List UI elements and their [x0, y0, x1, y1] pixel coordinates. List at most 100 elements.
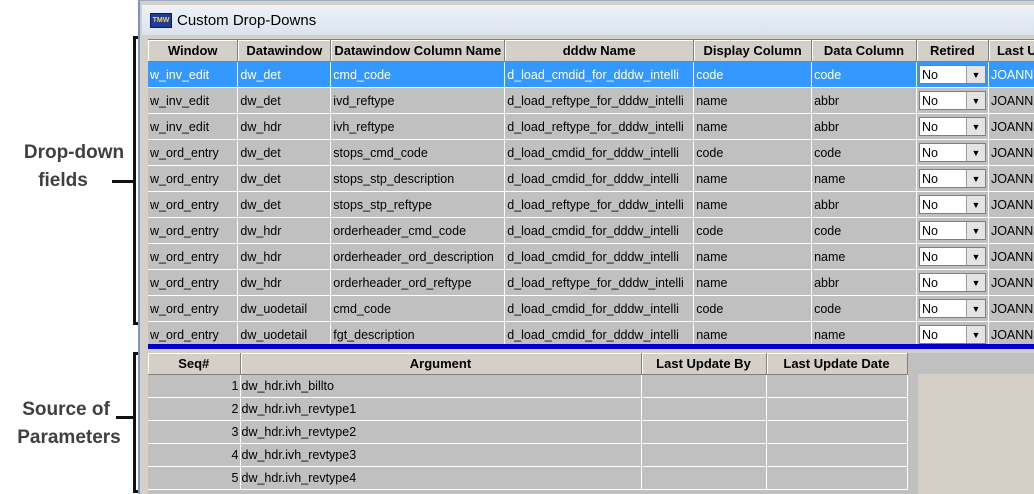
- retired-dropdown[interactable]: No ▼: [918, 91, 986, 110]
- cell-datawindow[interactable]: dw_det: [237, 165, 332, 192]
- grid-splitter[interactable]: [148, 344, 1034, 349]
- table-row[interactable]: w_ord_entry dw_hdr orderheader_ord_descrip…: [148, 243, 1034, 270]
- cell-dddw[interactable]: d_load_cmdid_for_dddw_intelli: [504, 165, 695, 192]
- cell-window[interactable]: w_ord_entry: [148, 295, 239, 322]
- table-row[interactable]: 2 dw_hdr.ivh_revtype1: [148, 397, 908, 421]
- cell-date[interactable]: [766, 466, 908, 490]
- col-header-display-column[interactable]: Display Column: [693, 40, 813, 62]
- cell-datawindow[interactable]: dw_uodetail: [237, 295, 332, 322]
- cell-data[interactable]: abbr: [811, 87, 917, 114]
- cell-window[interactable]: w_ord_entry: [148, 269, 239, 296]
- cell-data[interactable]: abbr: [811, 269, 917, 296]
- table-row[interactable]: w_ord_entry dw_hdr orderheader_cmd_code d_l…: [148, 217, 1034, 244]
- table-row[interactable]: w_ord_entry dw_det stops_cmd_code d_load_cm…: [148, 139, 1034, 166]
- chevron-down-icon[interactable]: ▼: [965, 300, 985, 317]
- cell-last-updated[interactable]: JOANNI: [988, 165, 1034, 192]
- cell-display[interactable]: name: [693, 269, 813, 296]
- chevron-down-icon[interactable]: ▼: [965, 144, 985, 161]
- cell-by[interactable]: [641, 397, 767, 421]
- cell-column[interactable]: ivd_reftype: [330, 87, 506, 114]
- cell-by[interactable]: [641, 374, 767, 398]
- table-row[interactable]: 5 dw_hdr.ivh_revtype4: [148, 466, 908, 490]
- cell-column[interactable]: orderheader_cmd_code: [330, 217, 506, 244]
- cell-display[interactable]: code: [693, 139, 813, 166]
- col-header-last-update-by[interactable]: Last Update By: [641, 353, 767, 375]
- cell-data[interactable]: abbr: [811, 113, 917, 140]
- cell-dddw[interactable]: d_load_cmdid_for_dddw_intelli: [504, 61, 695, 88]
- retired-dropdown[interactable]: No ▼: [918, 143, 986, 162]
- cell-seq[interactable]: 2: [148, 397, 241, 421]
- cell-display[interactable]: code: [693, 217, 813, 244]
- cell-argument[interactable]: dw_hdr.ivh_revtype4: [240, 466, 642, 490]
- table-row[interactable]: w_inv_edit dw_det cmd_code d_load_cmdid_for…: [148, 61, 1034, 88]
- retired-dropdown[interactable]: No ▼: [918, 221, 986, 240]
- cell-date[interactable]: [766, 374, 908, 398]
- cell-dddw[interactable]: d_load_cmdid_for_dddw_intelli: [504, 295, 695, 322]
- cell-column[interactable]: ivh_reftype: [330, 113, 506, 140]
- cell-dddw[interactable]: d_load_reftype_for_dddw_intelli: [504, 191, 695, 218]
- cell-window[interactable]: w_ord_entry: [148, 139, 239, 166]
- cell-datawindow[interactable]: dw_hdr: [237, 113, 332, 140]
- cell-last-updated[interactable]: JOANNI: [988, 139, 1034, 166]
- cell-seq[interactable]: 4: [148, 443, 241, 467]
- cell-argument[interactable]: dw_hdr.ivh_billto: [240, 374, 642, 398]
- cell-data[interactable]: name: [811, 165, 917, 192]
- col-header-last-update-date[interactable]: Last Update Date: [766, 353, 908, 375]
- cell-datawindow[interactable]: dw_det: [237, 87, 332, 114]
- col-header-argument[interactable]: Argument: [240, 353, 642, 375]
- cell-datawindow[interactable]: dw_det: [237, 139, 332, 166]
- cell-window[interactable]: w_inv_edit: [148, 113, 239, 140]
- cell-seq[interactable]: 3: [148, 420, 241, 444]
- cell-last-updated[interactable]: JOANNI: [988, 217, 1034, 244]
- chevron-down-icon[interactable]: ▼: [965, 248, 985, 265]
- cell-last-updated[interactable]: JOANNI: [988, 61, 1034, 88]
- chevron-down-icon[interactable]: ▼: [965, 170, 985, 187]
- cell-data[interactable]: code: [811, 217, 917, 244]
- cell-datawindow[interactable]: dw_hdr: [237, 243, 332, 270]
- retired-dropdown[interactable]: No ▼: [918, 247, 986, 266]
- table-row[interactable]: w_ord_entry dw_uodetail cmd_code d_load_cmd…: [148, 295, 1034, 322]
- chevron-down-icon[interactable]: ▼: [965, 118, 985, 135]
- retired-dropdown[interactable]: No ▼: [918, 299, 986, 318]
- table-row[interactable]: w_ord_entry dw_det stops_stp_reftype d_load…: [148, 191, 1034, 218]
- cell-display[interactable]: code: [693, 295, 813, 322]
- cell-datawindow[interactable]: dw_hdr: [237, 269, 332, 296]
- col-header-window[interactable]: Window: [148, 40, 239, 62]
- cell-date[interactable]: [766, 420, 908, 444]
- cell-column[interactable]: orderheader_ord_reftype: [330, 269, 506, 296]
- cell-column[interactable]: cmd_code: [330, 295, 506, 322]
- source-parameters-grid[interactable]: Seq# Argument Last Update By Last Update…: [148, 353, 1034, 494]
- chevron-down-icon[interactable]: ▼: [965, 66, 985, 83]
- cell-display[interactable]: name: [693, 191, 813, 218]
- cell-by[interactable]: [641, 443, 767, 467]
- chevron-down-icon[interactable]: ▼: [965, 222, 985, 239]
- cell-data[interactable]: code: [811, 295, 917, 322]
- retired-dropdown[interactable]: No ▼: [918, 195, 986, 214]
- table-row[interactable]: 1 dw_hdr.ivh_billto: [148, 374, 908, 398]
- window-titlebar[interactable]: TMW Custom Drop-Downs: [142, 5, 1034, 35]
- cell-window[interactable]: w_ord_entry: [148, 191, 239, 218]
- cell-dddw[interactable]: d_load_reftype_for_dddw_intelli: [504, 87, 695, 114]
- retired-dropdown[interactable]: No ▼: [918, 273, 986, 292]
- cell-column[interactable]: stops_stp_description: [330, 165, 506, 192]
- table-row[interactable]: w_inv_edit dw_hdr ivh_reftype d_load_reftyp…: [148, 113, 1034, 140]
- table-row[interactable]: w_ord_entry dw_det stops_stp_description d_…: [148, 165, 1034, 192]
- col-header-last-updated[interactable]: Last U: [988, 40, 1034, 62]
- cell-by[interactable]: [641, 466, 767, 490]
- retired-dropdown[interactable]: No ▼: [918, 117, 986, 136]
- cell-last-updated[interactable]: JOANNI: [988, 87, 1034, 114]
- cell-data[interactable]: name: [811, 243, 917, 270]
- cell-data[interactable]: abbr: [811, 191, 917, 218]
- retired-dropdown[interactable]: No ▼: [918, 169, 986, 188]
- cell-display[interactable]: name: [693, 165, 813, 192]
- col-header-dddw-name[interactable]: dddw Name: [504, 40, 695, 62]
- col-header-retired[interactable]: Retired: [916, 40, 989, 62]
- cell-last-updated[interactable]: JOANNI: [988, 295, 1034, 322]
- cell-last-updated[interactable]: JOANNI: [988, 269, 1034, 296]
- cell-date[interactable]: [766, 397, 908, 421]
- cell-display[interactable]: code: [693, 61, 813, 88]
- cell-datawindow[interactable]: dw_hdr: [237, 217, 332, 244]
- chevron-down-icon[interactable]: ▼: [965, 92, 985, 109]
- cell-column[interactable]: stops_stp_reftype: [330, 191, 506, 218]
- cell-last-updated[interactable]: JOANNI: [988, 191, 1034, 218]
